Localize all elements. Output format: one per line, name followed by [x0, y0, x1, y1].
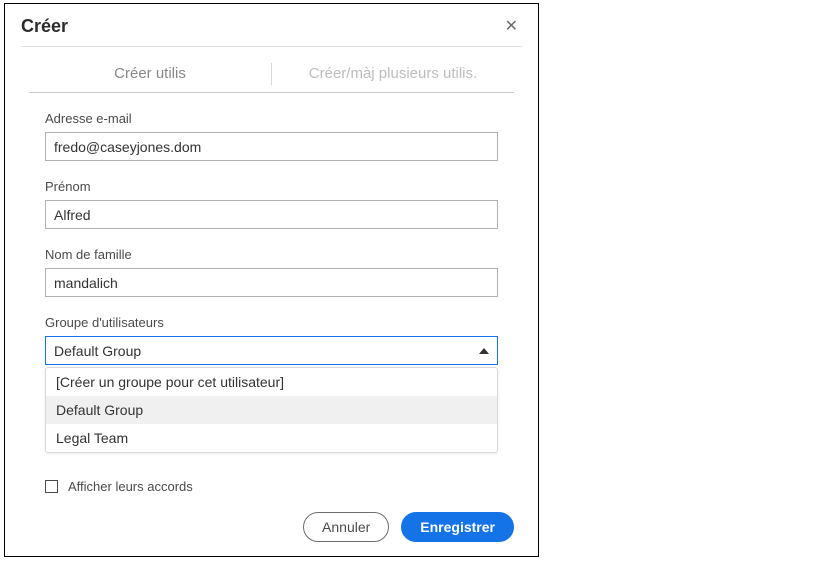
tab-create-multiple[interactable]: Créer/màj plusieurs utilis. [272, 55, 514, 92]
tab-create-single[interactable]: Créer utilis [29, 55, 271, 92]
dialog-header: Créer ✕ [5, 4, 538, 46]
header-divider [21, 46, 522, 47]
close-icon[interactable]: ✕ [501, 14, 522, 38]
group-select-wrap: Default Group [Créer un groupe pour cet … [45, 336, 498, 453]
display-agreements-label: Afficher leurs accords [68, 479, 193, 494]
lastname-field[interactable] [45, 268, 498, 297]
tabs: Créer utilis Créer/màj plusieurs utilis. [29, 55, 514, 93]
dialog-footer: Annuler Enregistrer [5, 494, 538, 556]
group-label: Groupe d'utilisateurs [45, 315, 498, 330]
email-label: Adresse e-mail [45, 111, 498, 126]
chevron-up-icon [479, 348, 489, 354]
save-button[interactable]: Enregistrer [401, 512, 514, 542]
display-agreements-row: Afficher leurs accords [5, 467, 538, 494]
group-option-legal[interactable]: Legal Team [46, 424, 497, 452]
group-selected-text: Default Group [54, 343, 141, 359]
group-dropdown-list: [Créer un groupe pour cet utilisateur] D… [45, 367, 498, 453]
lastname-label: Nom de famille [45, 247, 498, 262]
form-body: Adresse e-mail Prénom Nom de famille Gro… [5, 93, 538, 467]
cancel-button[interactable]: Annuler [303, 512, 389, 542]
group-option-default[interactable]: Default Group [46, 396, 497, 424]
firstname-label: Prénom [45, 179, 498, 194]
firstname-field[interactable] [45, 200, 498, 229]
create-user-dialog: Créer ✕ Créer utilis Créer/màj plusieurs… [4, 3, 539, 557]
display-agreements-checkbox[interactable] [45, 480, 58, 493]
dialog-title: Créer [21, 16, 68, 37]
email-field[interactable] [45, 132, 498, 161]
group-option-create-new[interactable]: [Créer un groupe pour cet utilisateur] [46, 368, 497, 396]
group-select[interactable]: Default Group [45, 336, 498, 365]
